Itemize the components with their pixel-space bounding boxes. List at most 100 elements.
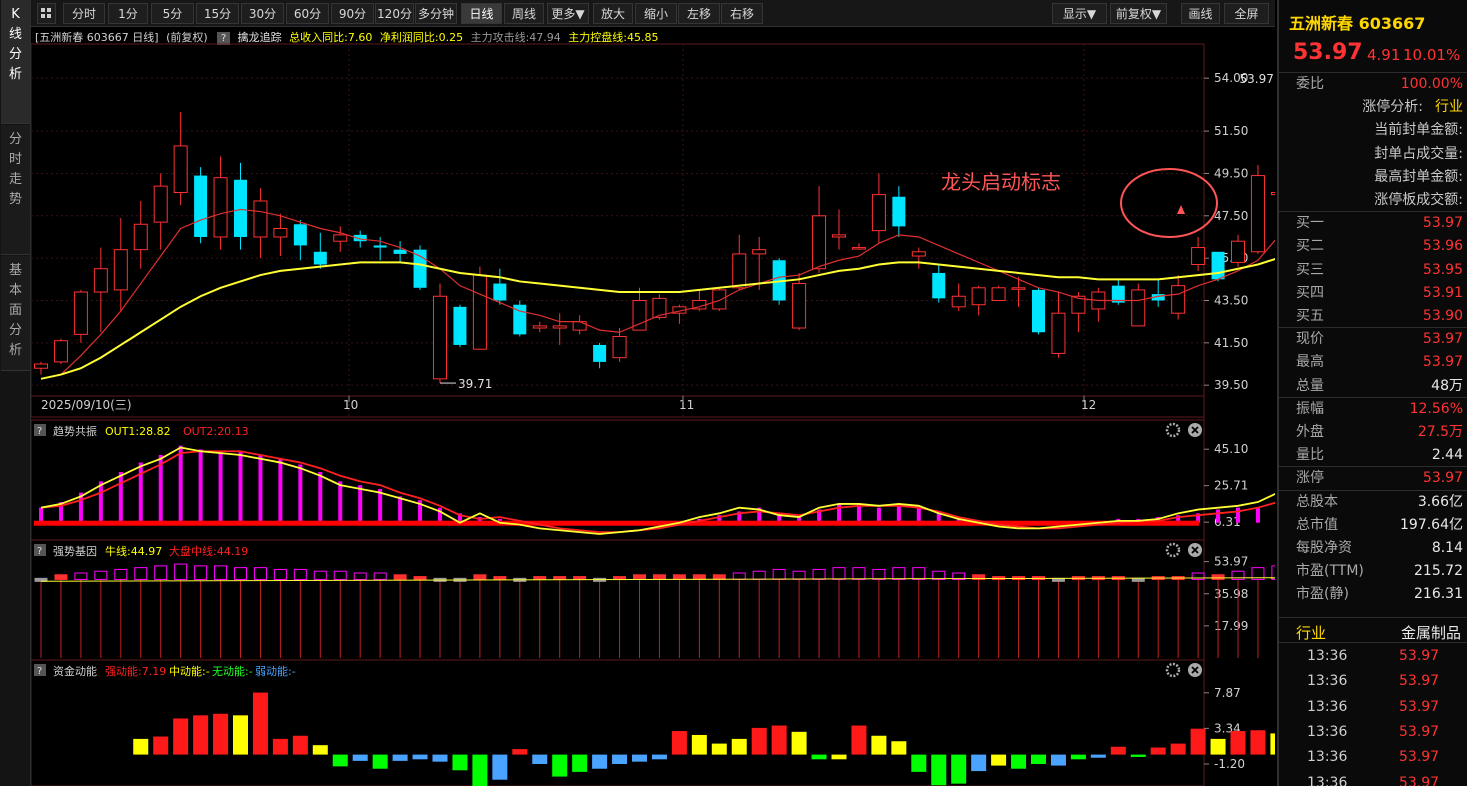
- y-tick-label: 47.50: [1214, 209, 1248, 223]
- candle-up: [273, 228, 288, 238]
- momentum-bar: [791, 731, 807, 755]
- gene-box: [353, 572, 367, 580]
- gene-box: [253, 567, 267, 580]
- chart-toolbar: 分时 1分 5分 15分 30分 60分 90分 120分 多分钟 日线 周线 更多▼ 放大 缩小 左移 右移…: [31, 0, 1275, 27]
- momentum-bar: [632, 754, 647, 762]
- candle-up: [173, 145, 188, 194]
- sidebar-tab-char: K: [11, 7, 20, 22]
- quote-change: 4.91: [1367, 46, 1401, 64]
- quote-row-label: 当前封单金额:: [1374, 122, 1463, 139]
- quote-row-value: 197.64亿: [1400, 516, 1463, 533]
- period-button-7[interactable]: 120分: [375, 3, 414, 24]
- gene-box: [533, 576, 547, 581]
- gene-box: [792, 570, 806, 580]
- candle-up: [871, 194, 886, 232]
- sidebar-tab-2[interactable]: 基本面分析: [1, 256, 30, 371]
- quote-row-label: 封单占成交量:: [1374, 145, 1463, 162]
- sidebar-tab-char: 势: [8, 192, 22, 207]
- quote-row: 总量 48万: [1279, 375, 1467, 398]
- candle-up: [752, 249, 767, 255]
- candle-up: [53, 340, 68, 363]
- date-label: 12: [1081, 398, 1096, 412]
- momentum-bar: [1011, 754, 1027, 769]
- sidebar-tab-1[interactable]: 分时走势: [1, 125, 30, 255]
- tick-time: 13:36: [1307, 698, 1348, 715]
- period-button-4[interactable]: 30分: [241, 3, 284, 24]
- candle-up: [1131, 289, 1146, 327]
- momentum-bar: [751, 727, 767, 755]
- chart-area[interactable]: [五洲新春 603667 日线] (前复权) ? 擒龙追踪 总收入同比:7.60…: [31, 27, 1275, 786]
- quote-row-label: 总市值: [1296, 516, 1338, 533]
- tick-price: 53.97: [1399, 774, 1440, 786]
- quote-row-value: 53.97: [1422, 215, 1463, 232]
- quote-row-label: 买三: [1296, 261, 1324, 278]
- momentum-bar: [891, 741, 907, 755]
- period-button-8[interactable]: 多分钟: [415, 3, 457, 24]
- period-button-5[interactable]: 60分: [286, 3, 329, 24]
- action-button-1[interactable]: 缩小: [635, 3, 677, 24]
- period-button-3[interactable]: 15分: [196, 3, 239, 24]
- momentum-bar: [153, 736, 169, 755]
- momentum-bar: [412, 754, 428, 760]
- quote-row-label: 涨停分析:: [1362, 99, 1423, 116]
- period-button-2[interactable]: 5分: [151, 3, 194, 24]
- quote-price: 53.97: [1293, 40, 1363, 65]
- gene-box: [832, 567, 846, 580]
- quote-row: 最高封单金额:: [1279, 166, 1467, 189]
- sidebar-tab-0[interactable]: K线分析: [1, 0, 30, 124]
- momentum-bar: [931, 754, 947, 786]
- tick-row: 13:36 53.97: [1279, 696, 1467, 719]
- period-button-1[interactable]: 1分: [108, 3, 148, 24]
- candle-up: [1191, 247, 1206, 265]
- quote-row-value: 53.97: [1422, 331, 1463, 348]
- momentum-bar: [213, 713, 229, 755]
- momentum-bar: [1210, 738, 1226, 755]
- gear-icon: [1165, 542, 1181, 558]
- sub-panel-frame: [31, 539, 1205, 661]
- tick-price: 53.97: [1399, 749, 1440, 766]
- quote-row-value: 53.95: [1422, 261, 1463, 278]
- action-button-0[interactable]: 放大: [593, 3, 633, 24]
- quote-row-label: 买一: [1296, 215, 1324, 232]
- momentum-bar: [851, 725, 867, 755]
- period-button-6[interactable]: 90分: [331, 3, 374, 24]
- panel-title: 资金动能: [53, 664, 97, 678]
- quote-row-label: 市盈(TTM): [1296, 563, 1364, 580]
- period-button-0[interactable]: 分时: [63, 3, 105, 24]
- action-button-2[interactable]: 左移: [678, 3, 720, 24]
- momentum-bar: [1230, 731, 1246, 755]
- panel-legend-item: 无动能:-: [212, 664, 253, 678]
- gene-box: [473, 574, 487, 580]
- quote-row-value: 2.44: [1431, 447, 1463, 464]
- gene-box: [74, 572, 88, 580]
- candle-up: [532, 325, 547, 329]
- gene-box: [573, 576, 587, 581]
- quote-row: 振幅 12.56%: [1279, 398, 1467, 421]
- candle-up: [732, 253, 747, 289]
- momentum-bar: [512, 749, 528, 755]
- candle-up: [1171, 285, 1186, 314]
- candle-up: [951, 295, 966, 308]
- quote-row: 涨停 53.97: [1279, 467, 1467, 490]
- action-button-3[interactable]: 右移: [721, 3, 763, 24]
- candle-down: [892, 196, 906, 227]
- candle-up: [1231, 240, 1245, 263]
- candle-down: [373, 245, 387, 248]
- grid-menu-icon[interactable]: [37, 3, 56, 24]
- toolbar-right-button-1[interactable]: 前复权▼: [1110, 3, 1167, 24]
- period-button-9[interactable]: 日线: [461, 3, 502, 24]
- period-button-11[interactable]: 更多▼: [547, 3, 589, 24]
- toolbar-right-button-0[interactable]: 显示▼: [1052, 3, 1107, 24]
- momentum-bar: [871, 735, 887, 755]
- period-button-10[interactable]: 周线: [504, 3, 544, 24]
- industry-label[interactable]: 行业: [1296, 622, 1326, 643]
- quote-row-value: 53.96: [1422, 238, 1463, 255]
- momentum-bar: [252, 692, 268, 755]
- y-tick-label: 49.50: [1214, 166, 1248, 180]
- candle-down: [1211, 251, 1225, 280]
- momentum-bar: [951, 754, 967, 784]
- tick-time: 13:36: [1307, 648, 1348, 664]
- chart-svg[interactable]: 54.0051.5049.5047.5045.5043.5041.5039.50…: [31, 27, 1275, 786]
- toolbar-right-button-3[interactable]: 全屏: [1224, 3, 1269, 24]
- toolbar-right-button-2[interactable]: 画线: [1181, 3, 1220, 24]
